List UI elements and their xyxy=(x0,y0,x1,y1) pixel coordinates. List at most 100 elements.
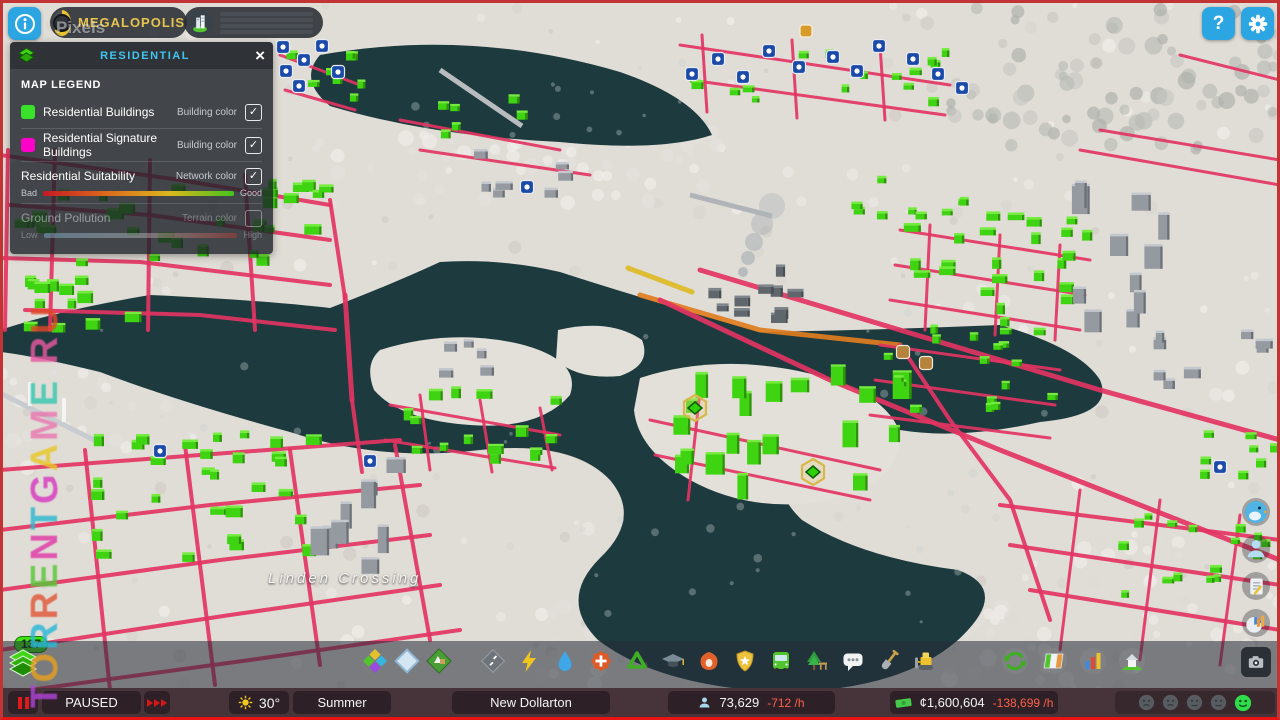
money-icon xyxy=(894,697,912,708)
population-rate: -712 /h xyxy=(767,695,805,710)
treasury-rate: -138,699 /h xyxy=(992,695,1054,710)
info-button[interactable] xyxy=(8,7,41,40)
population-icon xyxy=(699,697,710,708)
chirper-button[interactable] xyxy=(1242,498,1270,526)
temperature-value: 30° xyxy=(258,694,281,711)
legend-row-signature-buildings: Residential Signature Buildings Building… xyxy=(21,131,262,159)
face-sad-icon xyxy=(1138,694,1155,711)
roads-tool-icon[interactable] xyxy=(480,648,506,674)
face-neutral-icon xyxy=(1186,694,1203,711)
color-swatch xyxy=(21,138,35,152)
chirper-bird-icon xyxy=(1245,501,1268,523)
journal-button[interactable] xyxy=(1242,572,1270,600)
parks-recreation-tool-icon[interactable] xyxy=(804,648,830,674)
legend-type-label: Building color xyxy=(176,106,237,118)
water-tool-icon[interactable] xyxy=(552,648,578,674)
checkbox[interactable] xyxy=(245,103,262,121)
settings-button[interactable] xyxy=(1241,7,1274,40)
scale-label-high: High xyxy=(243,230,262,240)
population-value: 73,629 xyxy=(719,695,760,710)
legend-type-label: Terrain color xyxy=(181,212,237,224)
legend-label: Ground Pollution xyxy=(21,211,111,225)
info-icon xyxy=(14,13,35,34)
treasury-value: ¢1,600,604 xyxy=(919,695,985,710)
legend-label: Residential Signature Buildings xyxy=(43,131,158,159)
location-pill[interactable]: New Dollarton xyxy=(452,691,610,714)
panel-title: RESIDENTIAL xyxy=(100,49,190,62)
gear-icon xyxy=(1248,14,1267,33)
scale-label-bad: Bad xyxy=(21,188,38,198)
season-pill[interactable]: Summer xyxy=(293,691,391,714)
photo-watermark: Pixels xyxy=(56,18,106,37)
face-happy-icon-active xyxy=(1234,694,1252,711)
demand-bars xyxy=(220,11,313,34)
treasury-pill[interactable]: ¢1,600,604 -138,699 /h xyxy=(890,691,1058,714)
education-tool-icon[interactable] xyxy=(660,648,686,674)
checkbox[interactable] xyxy=(245,167,262,185)
color-swatch xyxy=(21,105,35,119)
help-label: ? xyxy=(1212,12,1225,34)
close-icon[interactable]: × xyxy=(255,47,265,64)
divider xyxy=(21,128,262,129)
legend-row-suitability: Residential Suitability Network color Ba… xyxy=(21,165,262,198)
progression-tool-icon[interactable] xyxy=(1119,648,1145,674)
healthcare-tool-icon[interactable] xyxy=(588,648,614,674)
fire-rescue-tool-icon[interactable] xyxy=(696,648,722,674)
bulldozer-tool-icon[interactable] xyxy=(912,648,938,674)
transportation-tool-icon[interactable] xyxy=(768,648,794,674)
checkbox[interactable] xyxy=(245,136,262,154)
weather-pill[interactable]: 30° xyxy=(229,691,289,714)
speed-button[interactable] xyxy=(144,691,170,714)
landscaping-tool-icon[interactable] xyxy=(426,648,452,674)
location-label: New Dollarton xyxy=(490,695,572,710)
police-tool-icon[interactable] xyxy=(732,648,758,674)
happiness-scale xyxy=(1138,694,1252,712)
face-content-icon xyxy=(1210,694,1227,711)
legend-label: Residential Suitability xyxy=(21,169,136,183)
journal-icon xyxy=(1249,578,1263,595)
district-label: Linden Crossing xyxy=(268,570,421,587)
terraforming-tool-icon[interactable] xyxy=(876,648,902,674)
torrent-watermark: TORRENTGAME.RU xyxy=(24,303,66,708)
scale-label-low: Low xyxy=(21,230,38,240)
legend-row-ground-pollution: Ground Pollution Terrain color Low High xyxy=(21,207,262,240)
paused-label: PAUSED xyxy=(65,695,118,710)
economy-tool-icon[interactable] xyxy=(1002,648,1028,674)
residential-zone-icon xyxy=(18,47,35,63)
legend-label: Residential Buildings xyxy=(43,105,155,119)
legend-row-residential-buildings: Residential Buildings Building color xyxy=(21,99,262,125)
citizens-button[interactable] xyxy=(1242,535,1270,563)
fast-forward-icon xyxy=(147,698,167,707)
status-bar: PAUSED 30° Summer New Dollarton 73,629 -… xyxy=(0,688,1280,720)
pollution-gradient-bar xyxy=(43,232,238,238)
photo-mode-button[interactable] xyxy=(1241,647,1271,677)
demand-building-icon xyxy=(187,9,213,36)
divider xyxy=(21,203,262,204)
population-pill[interactable]: 73,629 -712 /h xyxy=(668,691,835,714)
communications-tool-icon[interactable] xyxy=(840,648,866,674)
checkbox[interactable] xyxy=(245,209,262,227)
pie-chart-icon xyxy=(1246,615,1265,633)
areas-tool-icon[interactable] xyxy=(394,648,420,674)
zones-tool-icon[interactable] xyxy=(362,648,388,674)
face-unhappy-icon xyxy=(1162,694,1179,711)
help-button[interactable]: ? xyxy=(1202,7,1235,40)
legend-type-label: Network color xyxy=(175,170,237,182)
map-legend-panel: RESIDENTIAL × MAP LEGEND Residential Bui… xyxy=(10,42,273,254)
info-views-tool-icon[interactable] xyxy=(1041,648,1067,674)
citizen-icon xyxy=(1247,540,1265,558)
garbage-tool-icon[interactable] xyxy=(624,648,650,674)
demand-pill[interactable] xyxy=(184,7,323,38)
sun-icon xyxy=(238,695,253,710)
scale-label-good: Good xyxy=(239,188,262,198)
divider xyxy=(21,161,262,162)
game-screen: Linden Crossing ? RESIDENTIAL × MAP LEGE… xyxy=(0,0,1280,720)
camera-icon xyxy=(1248,656,1264,668)
legend-type-label: Building color xyxy=(176,139,237,151)
suitability-gradient-bar xyxy=(43,190,234,196)
legend-section-title: MAP LEGEND xyxy=(21,79,102,91)
happiness-pill[interactable] xyxy=(1115,691,1275,714)
city-statistics-button[interactable] xyxy=(1242,609,1270,637)
statistics-tool-icon[interactable] xyxy=(1080,648,1106,674)
electricity-tool-icon[interactable] xyxy=(516,648,542,674)
